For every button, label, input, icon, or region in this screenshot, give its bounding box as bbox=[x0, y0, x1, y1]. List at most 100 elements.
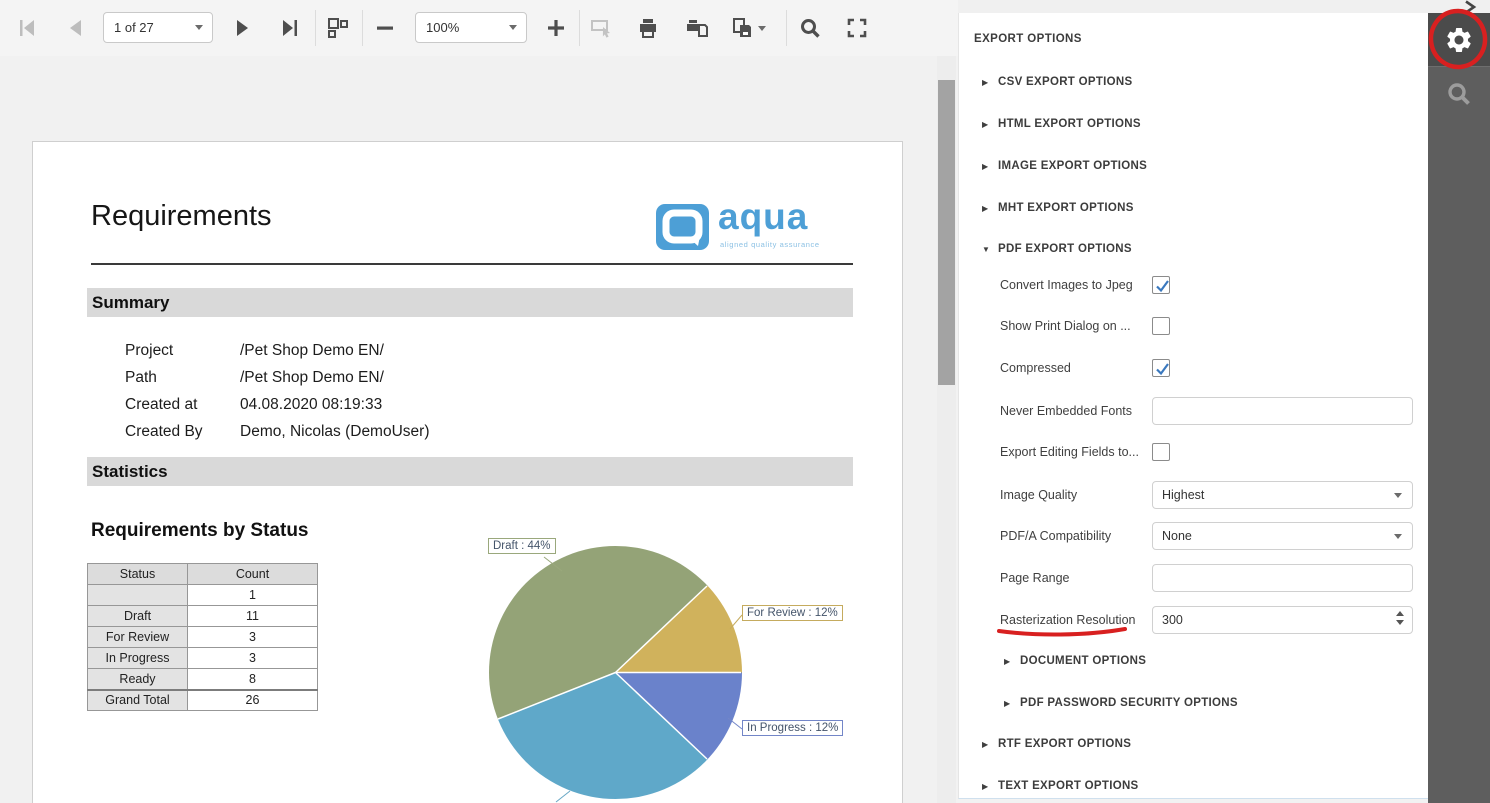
chevron-down-icon bbox=[195, 25, 203, 30]
zoom-in-icon bbox=[544, 16, 568, 40]
section-mht-export-options[interactable]: ▶ MHT EXPORT OPTIONS bbox=[982, 200, 1134, 216]
collapsed-arrow-icon: ▶ bbox=[982, 782, 998, 791]
check-icon bbox=[1154, 361, 1170, 377]
zoom-selector[interactable]: 100% bbox=[415, 12, 527, 43]
chevron-right-icon bbox=[1462, 0, 1478, 14]
last-page-button[interactable] bbox=[270, 8, 310, 48]
zoom-out-button[interactable] bbox=[365, 8, 405, 48]
section-document-options[interactable]: ▶ DOCUMENT OPTIONS bbox=[1004, 653, 1146, 669]
panel-top-strip bbox=[958, 0, 1490, 13]
next-page-icon bbox=[231, 16, 255, 40]
zoom-selector-value: 100% bbox=[426, 20, 459, 35]
fullscreen-button[interactable] bbox=[837, 8, 877, 48]
multipage-view-button[interactable] bbox=[317, 8, 357, 48]
spinner-arrows[interactable] bbox=[1396, 611, 1404, 625]
previous-page-button[interactable] bbox=[55, 8, 95, 48]
toolbar-separator bbox=[315, 10, 316, 46]
field-label: Show Print Dialog on ... bbox=[1000, 312, 1145, 340]
panel-collapse-button[interactable] bbox=[1462, 0, 1486, 14]
check-icon bbox=[1154, 278, 1170, 294]
cell-count: 11 bbox=[188, 606, 318, 627]
table-total-row: Grand Total 26 bbox=[88, 690, 318, 711]
summary-row: Created By Demo, Nicolas (DemoUser) bbox=[125, 418, 429, 445]
page-range-input[interactable] bbox=[1152, 564, 1413, 592]
fullscreen-icon bbox=[845, 16, 869, 40]
chevron-down-icon bbox=[1394, 534, 1402, 539]
next-page-button[interactable] bbox=[223, 8, 263, 48]
table-row: For Review 3 bbox=[88, 627, 318, 648]
page-selector[interactable]: 1 of 27 bbox=[103, 12, 213, 43]
field-row-never-embedded-fonts: Never Embedded Fonts bbox=[959, 397, 1429, 425]
export-editing-fields-checkbox[interactable] bbox=[1152, 443, 1170, 461]
show-print-dialog-checkbox[interactable] bbox=[1152, 317, 1170, 335]
field-label: Project bbox=[125, 342, 240, 360]
section-image-export-options[interactable]: ▶ IMAGE EXPORT OPTIONS bbox=[982, 158, 1147, 174]
search-button[interactable] bbox=[790, 8, 830, 48]
cell-status: In Progress bbox=[88, 648, 188, 669]
field-label: Created By bbox=[125, 423, 240, 441]
spinner-up-icon bbox=[1396, 611, 1404, 616]
summary-row: Project /Pet Shop Demo EN/ bbox=[125, 337, 384, 364]
table-row: Ready 8 bbox=[88, 669, 318, 690]
never-embedded-fonts-input[interactable] bbox=[1152, 397, 1413, 425]
field-label: Path bbox=[125, 369, 240, 387]
rasterization-resolution-spinner[interactable]: 300 bbox=[1152, 606, 1413, 634]
field-label: Export Editing Fields to... bbox=[1000, 438, 1145, 466]
field-label: Image Quality bbox=[1000, 481, 1145, 509]
field-row-export-editing-fields: Export Editing Fields to... bbox=[959, 438, 1429, 466]
collapsed-arrow-icon: ▶ bbox=[982, 120, 998, 129]
highlight-editing-fields-button[interactable] bbox=[582, 8, 622, 48]
cell-count: 3 bbox=[188, 627, 318, 648]
spinner-value: 300 bbox=[1162, 613, 1183, 627]
export-to-button[interactable] bbox=[722, 8, 774, 48]
print-button[interactable] bbox=[628, 8, 668, 48]
image-quality-select[interactable]: Highest bbox=[1152, 481, 1413, 509]
summary-row: Created at 04.08.2020 08:19:33 bbox=[125, 391, 382, 418]
field-row-show-print-dialog: Show Print Dialog on ... bbox=[959, 312, 1429, 340]
table-header-row: Status Count bbox=[88, 564, 318, 585]
highlight-editing-fields-icon bbox=[590, 16, 614, 40]
field-row-pdfa-compatibility: PDF/A Compatibility None bbox=[959, 522, 1429, 550]
spinner-down-icon bbox=[1396, 620, 1404, 625]
field-row-page-range: Page Range bbox=[959, 564, 1429, 592]
toolbar-separator bbox=[362, 10, 363, 46]
convert-images-to-jpeg-checkbox[interactable] bbox=[1152, 276, 1170, 294]
compressed-checkbox[interactable] bbox=[1152, 359, 1170, 377]
export-to-icon bbox=[730, 16, 754, 40]
section-pdf-password-security-options[interactable]: ▶ PDF PASSWORD SECURITY OPTIONS bbox=[1004, 695, 1238, 711]
section-rtf-export-options[interactable]: ▶ RTF EXPORT OPTIONS bbox=[982, 736, 1131, 752]
zoom-in-button[interactable] bbox=[536, 8, 576, 48]
collapsed-arrow-icon: ▶ bbox=[1004, 657, 1020, 666]
cell-count: 8 bbox=[188, 669, 318, 690]
print-icon bbox=[636, 16, 660, 40]
section-html-export-options[interactable]: ▶ HTML EXPORT OPTIONS bbox=[982, 116, 1141, 132]
field-label: Created at bbox=[125, 396, 240, 414]
scrollbar-thumb[interactable] bbox=[938, 80, 955, 385]
field-row-convert-images: Convert Images to Jpeg bbox=[959, 271, 1429, 299]
print-page-button[interactable] bbox=[677, 8, 717, 48]
viewer-toolbar: 1 of 27 100% bbox=[0, 0, 958, 56]
search-tab[interactable] bbox=[1428, 68, 1490, 120]
vertical-scrollbar bbox=[937, 56, 956, 803]
cell-count: 26 bbox=[188, 690, 318, 711]
pie-label-for-review: For Review : 12% bbox=[742, 605, 843, 621]
collapsed-arrow-icon: ▶ bbox=[982, 740, 998, 749]
status-count-table: Status Count 1 Draft 11 For Review 3 In … bbox=[87, 563, 318, 711]
field-value: /Pet Shop Demo EN/ bbox=[240, 342, 384, 360]
pdfa-compatibility-select[interactable]: None bbox=[1152, 522, 1413, 550]
field-row-image-quality: Image Quality Highest bbox=[959, 481, 1429, 509]
select-value: None bbox=[1162, 529, 1192, 543]
first-page-button[interactable] bbox=[7, 8, 47, 48]
field-value: /Pet Shop Demo EN/ bbox=[240, 369, 384, 387]
chevron-down-icon bbox=[509, 25, 517, 30]
field-value: Demo, Nicolas (DemoUser) bbox=[240, 423, 429, 441]
aqua-logo: aqua aligned quality assurance bbox=[656, 204, 856, 250]
field-value: 04.08.2020 08:19:33 bbox=[240, 396, 382, 414]
panel-title: EXPORT OPTIONS bbox=[974, 33, 1082, 45]
section-text-export-options[interactable]: ▶ TEXT EXPORT OPTIONS bbox=[982, 778, 1139, 794]
field-label: Page Range bbox=[1000, 564, 1145, 592]
section-pdf-export-options[interactable]: ▼ PDF EXPORT OPTIONS bbox=[982, 241, 1132, 257]
select-value: Highest bbox=[1162, 488, 1204, 502]
section-csv-export-options[interactable]: ▶ CSV EXPORT OPTIONS bbox=[982, 74, 1132, 90]
export-options-tab[interactable] bbox=[1428, 13, 1490, 67]
